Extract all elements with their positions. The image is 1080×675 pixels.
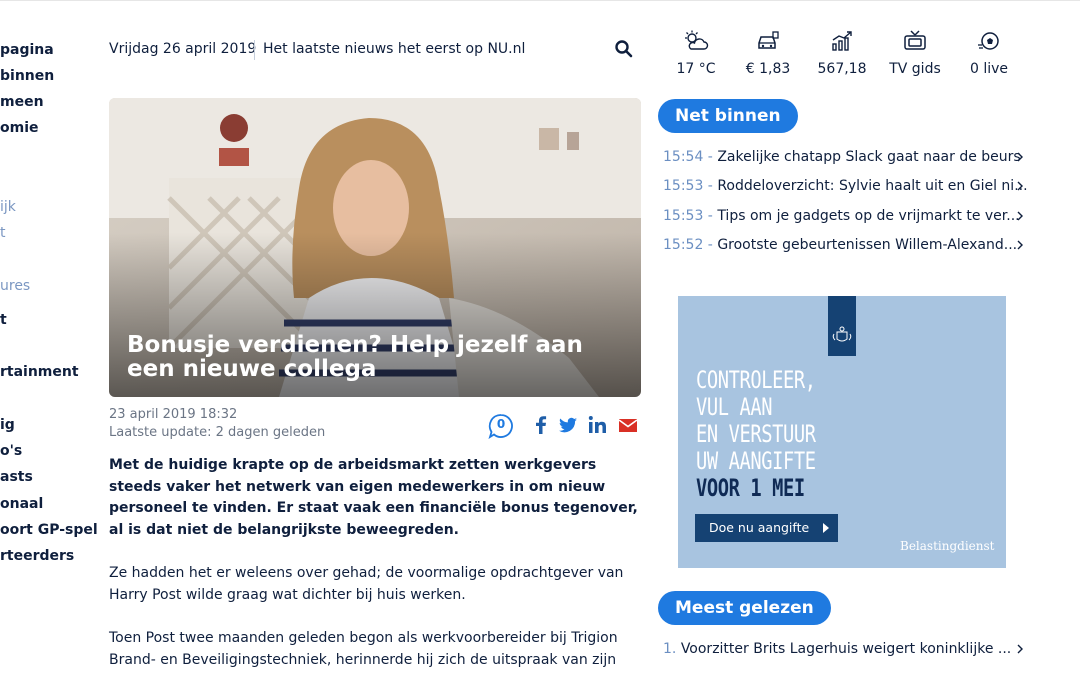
fuel-widget[interactable]: € 1,83 — [728, 30, 808, 77]
nav-item-economie[interactable]: omie — [0, 119, 39, 137]
publish-date: 23 april 2019 18:32 — [109, 407, 238, 422]
weather-icon — [683, 30, 709, 52]
nav-item-podcasts[interactable]: asts — [0, 468, 33, 486]
linkedin-icon[interactable] — [586, 413, 610, 437]
hero-title[interactable]: Bonusje verdienen? Help jezelf aan een n… — [127, 333, 607, 381]
nav-item-voorpagina[interactable]: pagina — [0, 41, 54, 59]
news-headline: Tips om je gadgets op de vrijmarkt te ve… — [717, 208, 1020, 224]
crest-badge — [828, 296, 856, 356]
news-item[interactable]: 15:53 - Roddeloverzicht: Sylvie haalt ui… — [663, 176, 1028, 196]
nav-item-sub-1[interactable]: ijk — [0, 198, 16, 216]
comment-count: 0 — [496, 417, 506, 431]
news-time: 15:53 — [663, 208, 704, 224]
live-sports-widget[interactable]: 0 live — [949, 30, 1029, 77]
site-tagline: Het laatste nieuws het eerst op NU.nl — [263, 41, 526, 57]
news-item[interactable]: 15:52 - Grootste gebeurtenissen Willem-A… — [663, 235, 1025, 255]
chevron-right-icon — [1017, 240, 1023, 250]
nav-item-adverteerders[interactable]: rteerders — [0, 547, 74, 565]
left-navigation: pagina binnen meen omie ijk t ures t rta… — [0, 0, 98, 675]
tv-guide-label: TV gids — [889, 61, 941, 77]
nav-item-net-binnen[interactable]: binnen — [0, 67, 54, 85]
nav-item-sub-2[interactable]: t — [0, 224, 6, 242]
nav-item-sport[interactable]: t — [0, 311, 7, 329]
nav-item-gp-spel[interactable]: oort GP-spel — [0, 521, 98, 539]
most-read-headline: Voorzitter Brits Lagerhuis weigert konin… — [680, 641, 1012, 657]
weather-value: 17 °C — [676, 61, 716, 77]
nav-item-videos[interactable]: o's — [0, 442, 22, 460]
ad-deadline: VOOR 1 MEI — [696, 474, 805, 502]
last-updated: Laatste update: 2 dagen geleden — [109, 425, 326, 440]
most-read-item[interactable]: 1. Voorzitter Brits Lagerhuis weigert ko… — [663, 639, 1025, 659]
article-paragraph-2: Toen Post twee maanden geleden begon als… — [109, 630, 618, 668]
live-count: 0 live — [969, 61, 1009, 77]
chevron-right-icon — [1017, 181, 1023, 191]
aex-value: 567,18 — [817, 61, 867, 77]
tv-icon — [902, 30, 928, 52]
news-time: 15:54 — [663, 149, 704, 165]
chevron-right-icon — [1017, 644, 1023, 654]
hero-article[interactable]: Bonusje verdienen? Help jezelf aan een n… — [109, 98, 641, 397]
nav-item-entertainment[interactable]: rtainment — [0, 363, 79, 381]
ad-line-1: CONTROLEER, — [696, 366, 816, 394]
fuel-car-icon — [755, 30, 781, 52]
stock-chart-icon — [829, 30, 855, 52]
ad-line-3: EN VERSTUUR — [696, 420, 816, 448]
top-border — [0, 0, 1080, 1]
stocks-widget[interactable]: 567,18 — [802, 30, 882, 77]
search-icon[interactable] — [613, 38, 635, 60]
play-arrow-icon — [823, 523, 829, 533]
ad-cta-button[interactable]: Doe nu aangifte — [695, 514, 838, 542]
belastingdienst-ad[interactable]: CONTROLEER, VUL AAN EN VERSTUUR UW AANGI… — [678, 296, 1006, 568]
news-item[interactable]: 15:53 - Tips om je gadgets op de vrijmar… — [663, 206, 1025, 226]
news-item[interactable]: 15:54 - Zakelijke chatapp Slack gaat naa… — [663, 147, 1025, 167]
meest-gelezen-header[interactable]: Meest gelezen — [658, 591, 831, 625]
nav-item-nuzakelijk[interactable]: ig — [0, 416, 15, 434]
ad-line-2: VUL AAN — [696, 393, 773, 421]
nav-item-algemeen[interactable]: meen — [0, 93, 44, 111]
nav-item-sub-3[interactable]: ures — [0, 277, 30, 295]
facebook-icon[interactable] — [529, 413, 553, 437]
email-icon[interactable] — [616, 413, 640, 437]
article-paragraph-1: Ze hadden het er weleens over gehad; de … — [109, 565, 624, 603]
news-time: 15:52 — [663, 237, 704, 253]
current-date: Vrijdag 26 april 2019 — [109, 41, 257, 57]
comments-button[interactable]: 0 — [488, 413, 513, 440]
article-lead: Met de huidige krapte op de arbeidsmarkt… — [109, 457, 638, 539]
chevron-right-icon — [1017, 211, 1023, 221]
news-headline: Roddeloverzicht: Sylvie haalt uit en Gie… — [717, 178, 1028, 194]
ad-line-4: UW AANGIFTE — [696, 447, 816, 475]
twitter-icon[interactable] — [556, 413, 580, 437]
nav-item-regionaal[interactable]: onaal — [0, 495, 43, 513]
weather-widget[interactable]: 17 °C — [656, 30, 736, 77]
news-headline: Zakelijke chatapp Slack gaat naar de beu… — [717, 149, 1021, 165]
chevron-right-icon — [1017, 152, 1023, 162]
tv-guide-widget[interactable]: TV gids — [875, 30, 955, 77]
header-divider — [254, 40, 255, 60]
ad-logo: Belastingdienst — [900, 539, 995, 553]
news-headline: Grootste gebeurtenissen Willem-Alexand..… — [717, 237, 1018, 253]
most-read-rank: 1. — [663, 641, 677, 657]
soccer-live-icon — [976, 30, 1002, 52]
fuel-price: € 1,83 — [745, 61, 791, 77]
net-binnen-header[interactable]: Net binnen — [658, 99, 798, 133]
news-time: 15:53 — [663, 178, 704, 194]
